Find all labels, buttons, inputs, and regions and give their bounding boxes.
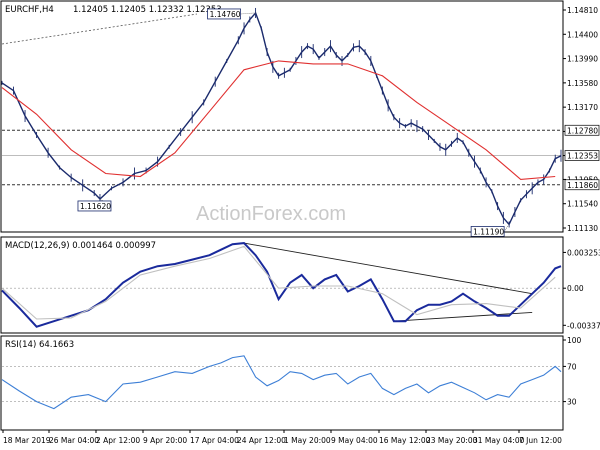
y-tick-label: 1.14400 — [567, 30, 598, 39]
y-tick-label: 1.12353 — [567, 152, 598, 161]
y-tick-label: 1.13990 — [567, 55, 598, 64]
x-tick-label: 18 Mar 2019 — [3, 436, 51, 445]
macd-y-axis: 0.003253 0.00 -0.003373 — [563, 248, 600, 330]
annotation-label: 1.14760 — [210, 10, 241, 19]
price-panel-frame — [0, 0, 564, 233]
x-tick-label: 9 May 04:00 — [331, 436, 378, 445]
macd-tick-label: 0.003253 — [567, 248, 600, 257]
x-tick-label: 2 Apr 12:00 — [96, 436, 140, 445]
y-tick-label: 1.11130 — [567, 224, 598, 233]
x-tick-label: 24 Apr 12:00 — [237, 436, 286, 445]
price-level-label: 1.12780 — [567, 126, 598, 135]
y-tick-label: 1.13170 — [567, 103, 598, 112]
macd-title: MACD(12,26,9) 0.001464 0.000997 — [5, 241, 156, 251]
x-tick-label: 16 May 12:00 — [379, 436, 431, 445]
annotation-label: 1.11190 — [473, 227, 504, 236]
annotation-label: 1.11620 — [80, 202, 111, 211]
rsi-panel: RSI(14) 64.1663 100 70 30 — [0, 335, 582, 431]
x-tick-label: 23 May 20:00 — [426, 436, 478, 445]
y-tick-label: 1.11540 — [567, 200, 598, 209]
rsi-panel-frame — [0, 335, 564, 431]
macd-panel-frame — [0, 236, 564, 334]
rsi-title: RSI(14) 64.1663 — [5, 340, 74, 350]
y-tick-label: 1.13580 — [567, 79, 598, 88]
rsi-y-axis: 100 70 30 — [563, 336, 582, 407]
x-tick-label: 1 May 20:00 — [284, 436, 331, 445]
x-axis: 18 Mar 201926 Mar 04:002 Apr 12:00 9 Apr … — [2, 430, 562, 445]
x-tick-label: 26 Mar 04:00 — [49, 436, 99, 445]
x-tick-label: 31 May 04:00 — [473, 436, 525, 445]
price-level-label: 1.11860 — [567, 181, 598, 190]
x-tick-label: 7 Jun 12:00 — [519, 436, 562, 445]
price-panel: EURCHF,H4 1.12405 1.12405 1.12332 1.1235… — [0, 0, 600, 237]
y-tick-label: 1.14810 — [567, 6, 598, 15]
macd-tick-label: -0.003373 — [567, 321, 600, 330]
forex-chart: EURCHF,H4 1.12405 1.12405 1.12332 1.1235… — [0, 0, 600, 445]
price-y-axis: 1.14810 1.14400 1.13990 1.13580 1.13170 1.127… — [563, 6, 600, 233]
x-tick-label: 9 Apr 20:00 — [143, 436, 187, 445]
macd-tick-label: 0.00 — [567, 284, 584, 293]
watermark: ActionForex.com — [196, 203, 346, 225]
rsi-tick-label: 100 — [567, 336, 582, 345]
price-panel-symbol: EURCHF,H4 — [5, 5, 54, 15]
rsi-tick-label: 70 — [567, 362, 577, 371]
rsi-tick-label: 30 — [567, 398, 577, 407]
price-panel-ohlc: 1.12405 1.12405 1.12332 1.12353 — [73, 5, 222, 15]
x-tick-label: 17 Apr 04:00 — [190, 436, 239, 445]
macd-panel: MACD(12,26,9) 0.001464 0.000997 0.003253… — [0, 236, 600, 334]
